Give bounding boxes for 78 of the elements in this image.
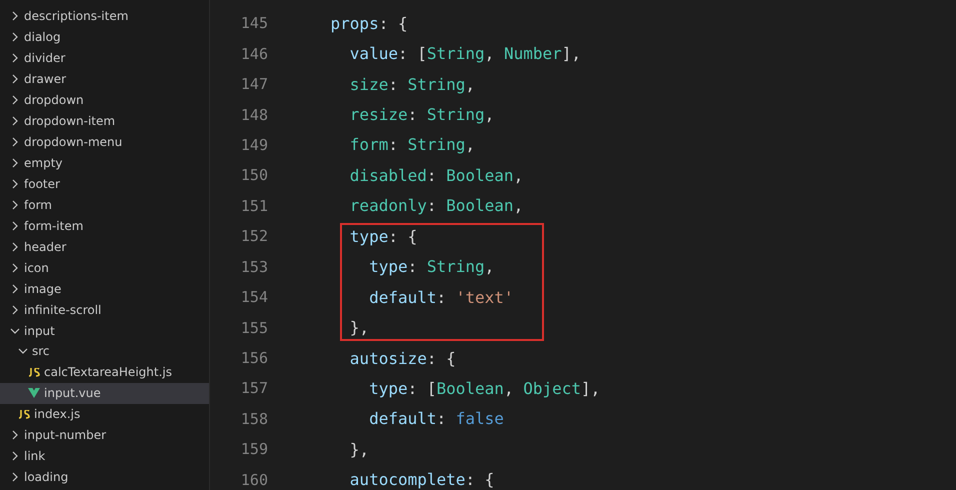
chevron-right-icon <box>10 200 20 210</box>
vue-file-icon <box>28 388 40 398</box>
explorer-item[interactable]: src <box>0 341 209 362</box>
explorer-item[interactable]: loading <box>0 466 209 488</box>
line-number: 152 <box>240 227 268 246</box>
explorer-item[interactable]: dropdown <box>0 90 209 111</box>
explorer-item[interactable]: form-item <box>0 215 209 236</box>
chevron-right-icon <box>10 242 20 252</box>
js-file-icon <box>28 368 40 377</box>
code-line: props: { <box>330 14 408 33</box>
explorer-item[interactable]: form <box>0 194 209 216</box>
chevron-right-icon <box>10 137 20 148</box>
chevron-right-icon <box>10 11 20 22</box>
code-line: resize: String, <box>348 105 494 124</box>
line-number: 148 <box>240 106 268 124</box>
explorer-item[interactable]: calcTextareaHeight.js <box>0 362 209 383</box>
code-line: size: String, <box>348 74 476 94</box>
line-number: 155 <box>240 318 268 337</box>
explorer-item[interactable]: divider <box>0 48 209 69</box>
explorer-item[interactable]: dropdown-item <box>0 110 209 132</box>
code-line: autosize: { <box>348 348 456 368</box>
explorer-item[interactable]: dialog <box>0 26 209 48</box>
explorer-item[interactable]: dropdown-menu <box>0 132 209 153</box>
line-number: 158 <box>240 410 268 428</box>
explorer-item[interactable]: image <box>0 278 209 300</box>
explorer-item[interactable]: descriptions-item <box>0 6 209 27</box>
code-line: readonly: Boolean, <box>348 196 524 216</box>
code-line: type: [Boolean, Object], <box>368 378 600 398</box>
line-number: 145 <box>240 14 268 32</box>
code-line: default: false <box>368 409 504 428</box>
chevron-down-icon <box>10 326 20 336</box>
chevron-right-icon <box>10 32 20 42</box>
explorer-item[interactable]: header <box>0 236 209 258</box>
chevron-right-icon <box>10 74 20 84</box>
chevron-right-icon <box>10 158 20 168</box>
chevron-right-icon <box>10 178 20 189</box>
chevron-right-icon <box>10 304 20 315</box>
line-number: 149 <box>240 136 268 154</box>
line-number: 160 <box>240 470 268 489</box>
line-number: 154 <box>240 288 268 306</box>
chevron-right-icon <box>10 430 20 440</box>
code-line: type: { <box>348 226 418 246</box>
line-number: 146 <box>240 44 268 63</box>
chevron-right-icon <box>10 53 20 64</box>
chevron-down-icon <box>18 346 28 356</box>
explorer-item[interactable]: index.js <box>0 404 209 425</box>
line-number: 156 <box>240 349 268 368</box>
explorer-item[interactable]: infinite-scroll <box>0 299 209 320</box>
explorer-item[interactable]: input-number <box>0 424 209 446</box>
code-line: default: 'text' <box>368 288 514 307</box>
js-file-icon <box>18 410 30 419</box>
code-line: value: [String, Number], <box>348 44 581 64</box>
chevron-right-icon <box>10 284 20 294</box>
explorer-item[interactable]: link <box>0 446 209 467</box>
line-number: 151 <box>240 196 268 215</box>
explorer-item[interactable]: empty <box>0 152 209 174</box>
explorer-item[interactable]: input.vue <box>0 382 209 404</box>
explorer-item[interactable]: drawer <box>0 68 209 90</box>
explorer-item[interactable]: input <box>0 320 209 341</box>
explorer-item[interactable]: icon <box>0 257 209 278</box>
code-line: }, <box>348 318 370 338</box>
code-line: autocomplete: { <box>348 470 494 490</box>
explorer-item[interactable]: footer <box>0 174 209 194</box>
line-number: 147 <box>240 75 268 94</box>
chevron-right-icon <box>10 472 20 482</box>
code-line: disabled: Boolean, <box>348 166 524 185</box>
chevron-right-icon <box>10 262 20 273</box>
line-number: 157 <box>240 379 268 398</box>
chevron-right-icon <box>10 220 20 231</box>
chevron-right-icon <box>10 95 20 106</box>
line-number: 159 <box>240 440 268 458</box>
line-number: 153 <box>240 258 268 276</box>
code-line: type: String, <box>368 257 494 276</box>
chevron-right-icon <box>10 116 20 126</box>
code-line: form: String, <box>348 135 476 154</box>
code-line: }, <box>348 440 370 459</box>
chevron-right-icon <box>10 451 20 462</box>
line-number: 150 <box>240 166 268 184</box>
